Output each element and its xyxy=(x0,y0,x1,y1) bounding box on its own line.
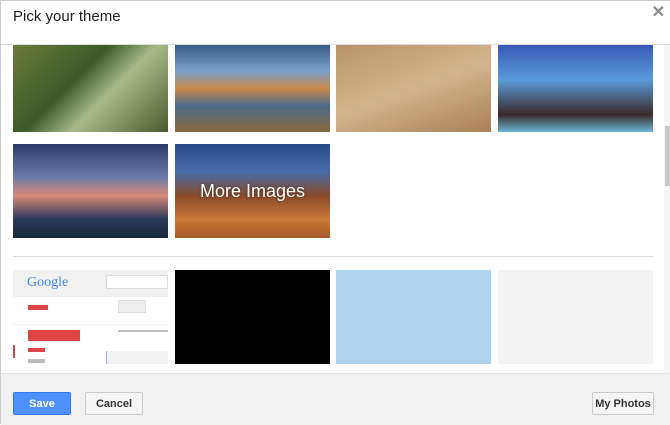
scrollbar-thumb[interactable] xyxy=(665,126,670,186)
my-photos-button[interactable]: My Photos xyxy=(592,392,654,415)
cancel-button[interactable]: Cancel xyxy=(85,392,143,415)
theme-golden-gate[interactable] xyxy=(175,45,330,132)
theme-grid: More Images Google xyxy=(1,45,663,373)
theme-desert-rock[interactable] xyxy=(336,45,491,132)
theme-storm[interactable] xyxy=(13,144,168,238)
theme-forest[interactable] xyxy=(13,45,168,132)
dialog-header: Pick your theme ✕ xyxy=(1,1,670,45)
more-images-button[interactable]: More Images xyxy=(175,144,330,238)
theme-city[interactable] xyxy=(498,45,653,132)
divider xyxy=(13,256,653,257)
theme-dark[interactable] xyxy=(175,270,330,364)
theme-light-gray[interactable] xyxy=(498,270,653,364)
more-images-label: More Images xyxy=(199,180,306,201)
close-icon[interactable]: ✕ xyxy=(652,2,665,22)
theme-light-blue[interactable] xyxy=(336,270,491,364)
dialog-title: Pick your theme xyxy=(13,8,121,25)
scrollbar[interactable] xyxy=(664,45,670,373)
save-button[interactable]: Save xyxy=(13,392,71,415)
dialog-footer: Save Cancel My Photos xyxy=(1,373,670,425)
google-logo: Google xyxy=(27,275,69,290)
theme-default-light[interactable]: Google xyxy=(13,270,168,364)
